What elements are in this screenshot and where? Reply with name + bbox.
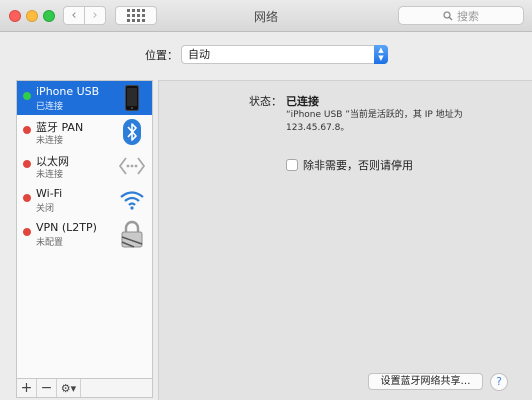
service-ethernet[interactable]: 以太网 未连接	[17, 149, 152, 183]
service-name: VPN (L2TP)	[36, 221, 97, 234]
service-name: iPhone USB	[36, 85, 100, 98]
help-button[interactable]: ?	[490, 373, 508, 391]
service-status: 未配置	[36, 238, 64, 248]
add-service-button[interactable]: +	[17, 379, 37, 397]
service-status: 关闭	[36, 204, 55, 214]
location-label: 位置：	[145, 49, 178, 62]
service-bluetooth-pan[interactable]: 蓝牙 PAN 未连接	[17, 115, 152, 149]
status-dot-red	[23, 160, 31, 168]
service-status: 未连接	[36, 136, 64, 146]
status-dot-red	[23, 194, 31, 202]
status-dot-red	[23, 126, 31, 134]
bluetooth-icon	[118, 117, 146, 147]
location-value: 自动	[188, 48, 210, 61]
service-name: Wi-Fi	[36, 187, 63, 200]
service-list-toolbar: + − ⚙▾	[16, 378, 153, 398]
status-description: “iPhone USB ”当前是活跃的，其 IP 地址为 123.45.67.8…	[286, 110, 463, 133]
service-status: 已连接	[36, 102, 64, 112]
iphone-icon	[118, 83, 146, 113]
search-input[interactable]: 搜索	[398, 6, 524, 25]
bluetooth-sharing-button[interactable]: 设置蓝牙网络共享…	[368, 373, 483, 390]
wifi-icon	[118, 185, 146, 215]
ethernet-icon	[118, 151, 146, 181]
checkbox-label: 除非需要，否则请停用	[303, 159, 413, 172]
search-placeholder: 搜索	[457, 9, 479, 23]
vpn-lock-icon	[118, 219, 146, 249]
updown-stepper-icon: ▲ ▼	[374, 45, 388, 64]
service-vpn-l2tp[interactable]: VPN (L2TP) 未配置	[17, 217, 152, 251]
status-dot-red	[23, 228, 31, 236]
service-iphone-usb[interactable]: iPhone USB 已连接	[17, 81, 152, 115]
remove-service-button[interactable]: −	[37, 379, 57, 397]
search-icon	[443, 10, 453, 20]
status-label: 状态：	[249, 95, 282, 108]
disable-unless-needed-row[interactable]: 除非需要，否则请停用	[286, 157, 413, 173]
status-value: 已连接	[286, 95, 319, 108]
location-select[interactable]: 自动 ▲ ▼	[181, 45, 388, 64]
disable-unless-needed-checkbox[interactable]	[286, 159, 298, 171]
network-service-list: iPhone USB 已连接 蓝牙 PAN 未连接 以太网 未连接 Wi-Fi …	[16, 80, 153, 378]
status-dot-green	[23, 92, 31, 100]
service-status: 未连接	[36, 170, 64, 180]
title-bar: ‹ › 网络 搜索	[0, 0, 532, 32]
service-wifi[interactable]: Wi-Fi 关闭	[17, 183, 152, 217]
gear-icon[interactable]: ⚙▾	[57, 379, 81, 397]
